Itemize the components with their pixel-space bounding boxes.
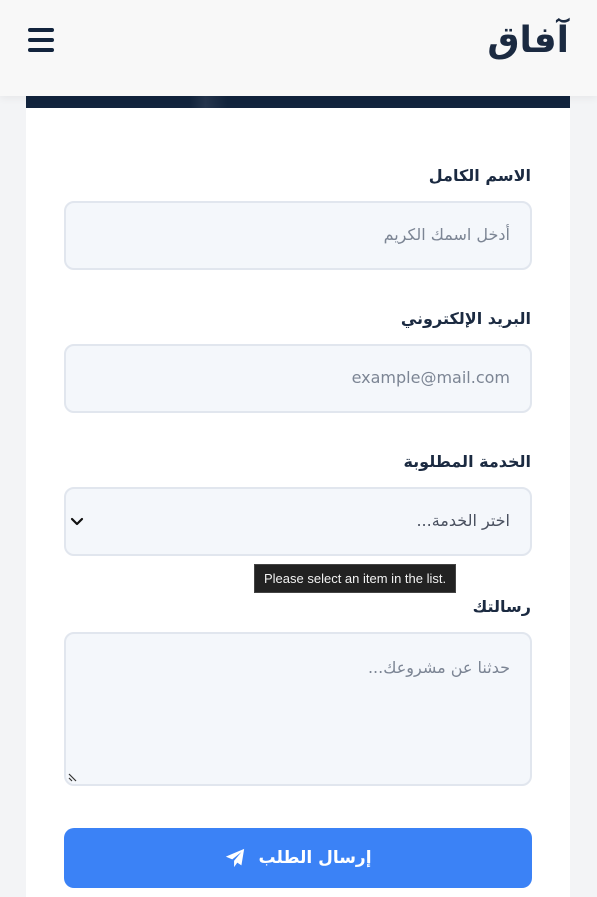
name-label: الاسم الكامل [428, 166, 531, 185]
paper-plane-icon [226, 848, 245, 868]
service-selected-value: اختر الخدمة... [416, 511, 510, 530]
email-label: البريد الإلكتروني [400, 309, 531, 328]
name-placeholder: أدخل اسمك الكريم [383, 225, 510, 244]
site-logo[interactable]: آفاق [487, 20, 569, 61]
site-header: آفاق [0, 0, 597, 96]
submit-button[interactable]: إرسال الطلب [64, 828, 532, 888]
validation-tooltip: Please select an item in the list. [254, 564, 457, 593]
resize-grip-icon[interactable] [68, 772, 78, 782]
submit-label: إرسال الطلب [258, 848, 372, 868]
message-label: رسالتك [472, 597, 531, 616]
message-placeholder: حدثنا عن مشروعك... [367, 658, 510, 677]
email-input[interactable]: example@mail.com [64, 344, 532, 413]
hamburger-menu-icon[interactable] [26, 28, 54, 54]
message-textarea[interactable]: حدثنا عن مشروعك... [64, 632, 532, 786]
name-input[interactable]: أدخل اسمك الكريم [64, 201, 532, 270]
service-label: الخدمة المطلوبة [403, 452, 531, 471]
chevron-down-icon [70, 517, 84, 526]
hero-banner-edge [26, 96, 570, 108]
email-placeholder: example@mail.com [351, 368, 510, 387]
service-select[interactable]: اختر الخدمة... [64, 487, 532, 556]
